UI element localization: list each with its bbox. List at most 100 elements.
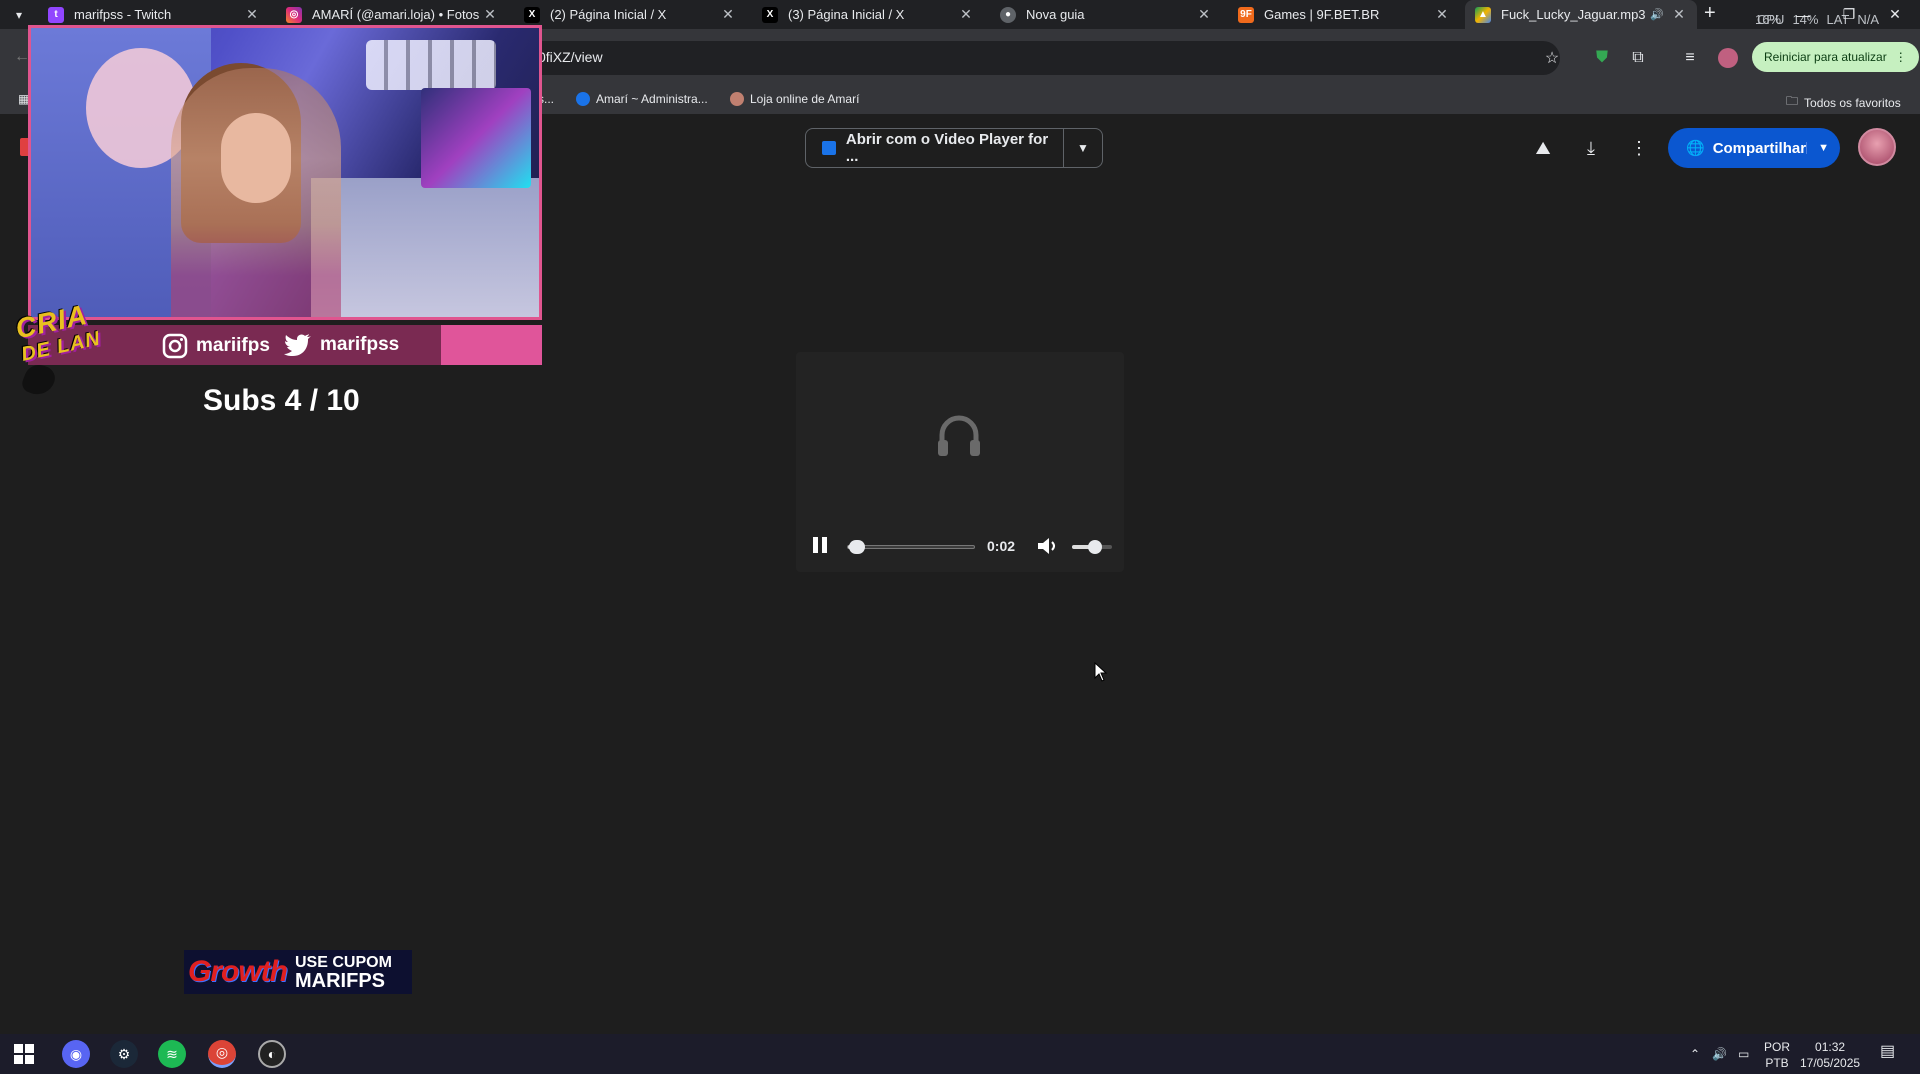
close-icon[interactable]: ✕ (244, 6, 260, 23)
bookmark-item-store[interactable]: Loja online de Amarí (730, 92, 859, 106)
drive-icon: ▲ (1475, 6, 1491, 23)
twitter-bird-icon (284, 334, 311, 356)
extensions-icon[interactable]: ⧉ (1624, 44, 1652, 72)
seek-handle[interactable] (849, 540, 865, 554)
all-bookmarks-folder[interactable]: 🗀 Todos os favoritos (1786, 92, 1901, 113)
spotify-icon[interactable]: ≋ (158, 1040, 186, 1068)
share-label: Compartilhar (1712, 139, 1807, 157)
address-bar[interactable] (500, 41, 1560, 75)
tab-search-dropdown[interactable]: ▾ (8, 4, 30, 26)
subs-goal: Subs 4 / 10 (203, 384, 360, 417)
close-icon[interactable]: ✕ (482, 6, 498, 23)
download-icon[interactable]: ⤓ (1577, 134, 1605, 162)
close-window-button[interactable]: ✕ (1872, 0, 1918, 29)
cam-pc (421, 88, 531, 188)
clock-time: 01:32 (1815, 1040, 1846, 1054)
cam-hex-lights (366, 40, 496, 90)
volume-handle[interactable] (1088, 540, 1102, 554)
close-icon[interactable]: ✕ (1434, 6, 1450, 23)
maximize-button[interactable]: ❐ (1826, 0, 1872, 29)
steam-icon[interactable]: ⚙ (110, 1040, 138, 1068)
twitch-icon: t (48, 6, 64, 23)
tab-title: (3) Página Inicial / X (788, 7, 905, 22)
close-icon[interactable]: ✕ (1671, 6, 1687, 23)
coupon-line-2: MARIFPS (295, 970, 385, 992)
bookmark-label: Loja online de Amarí (750, 92, 860, 106)
minimize-button[interactable]: — (1780, 0, 1826, 29)
pause-button[interactable] (813, 537, 827, 553)
profile-avatar[interactable] (1714, 44, 1742, 72)
add-to-drive-icon[interactable]: ⛰ (1529, 134, 1557, 162)
close-icon[interactable]: ✕ (720, 6, 736, 23)
bookmark-star-icon[interactable]: ☆ (1538, 44, 1566, 72)
clock[interactable]: 01:32 17/05/2025 (1800, 1039, 1860, 1071)
volume-icon[interactable] (1037, 537, 1059, 555)
lang-line-1: POR (1764, 1040, 1791, 1054)
account-avatar[interactable] (1858, 128, 1896, 166)
store-icon (730, 92, 744, 106)
audio-playing-icon[interactable]: 🔊 (1649, 8, 1665, 21)
instagram-handle-text: mariifps (196, 335, 270, 356)
open-with-label: Abrir com o Video Player for ... (845, 131, 1049, 165)
coupon-text: USE CUPOM MARIFPS (295, 954, 392, 992)
tab-title: Games | 9F.BET.BR (1264, 7, 1380, 22)
media-control-icon[interactable]: ≡ (1676, 44, 1704, 72)
audio-player (796, 352, 1124, 572)
lang-line-2: PTB (1765, 1056, 1789, 1070)
share-button[interactable]: 🌐 Compartilhar ▼ (1668, 128, 1840, 168)
more-vert-icon: ⋮ (1894, 50, 1907, 64)
tab-title: Nova guia (1026, 7, 1085, 22)
cam-face (221, 113, 291, 203)
tab-x-3[interactable]: X (3) Página Inicial / X ✕ (752, 0, 984, 29)
clock-date: 17/05/2025 (1800, 1056, 1861, 1070)
url-text: 0fiXZ/view (538, 49, 603, 65)
open-with-button[interactable]: Abrir com o Video Player for ... ▼ (805, 128, 1103, 168)
close-icon[interactable]: ✕ (958, 6, 974, 23)
restart-to-update-button[interactable]: Reiniciar para atualizar ⋮ (1752, 42, 1919, 72)
notifications-icon[interactable]: ▤ (1880, 1044, 1895, 1060)
update-label: Reiniciar para atualizar (1764, 50, 1887, 64)
discord-icon[interactable]: ◉ (62, 1040, 90, 1068)
tab-drive[interactable]: ▲ Fuck_Lucky_Jaguar.mp3 - G 🔊 ✕ (1465, 0, 1697, 29)
social-bar-accent (441, 325, 542, 365)
admin-icon (576, 92, 590, 106)
open-with-main[interactable]: Abrir com o Video Player for ... (806, 129, 1064, 167)
seek-bar[interactable] (847, 545, 975, 549)
new-tab-button[interactable]: + (1704, 2, 1716, 25)
tab-title: Fuck_Lucky_Jaguar.mp3 - G (1501, 7, 1649, 22)
mouse-cursor-icon (1094, 662, 1108, 682)
all-bookmarks-label: Todos os favoritos (1804, 95, 1901, 110)
folder-icon: 🗀 (1786, 94, 1799, 108)
input-language[interactable]: POR PTB (1764, 1039, 1790, 1071)
instagram-icon: ◎ (286, 6, 302, 23)
twitter-handle-text: marifpss (320, 334, 400, 355)
x-icon: X (762, 6, 778, 23)
chrome-icon: ● (1000, 6, 1016, 23)
tab-title: AMARÍ (@amari.loja) • Fotos e (312, 7, 482, 22)
webcam-overlay (28, 25, 542, 320)
instagram-handle: mariifps (162, 333, 270, 359)
share-dropdown-icon[interactable]: ▼ (1806, 142, 1840, 154)
growth-sponsor-banner: Growth USE CUPOM MARIFPS (184, 950, 412, 994)
twitter-handle: marifpss (284, 333, 399, 357)
windows-start-icon[interactable] (14, 1044, 34, 1064)
share-main[interactable]: 🌐 Compartilhar (1668, 139, 1807, 158)
tab-x-2[interactable]: X (2) Página Inicial / X ✕ (514, 0, 746, 29)
open-with-dropdown-icon[interactable]: ▼ (1064, 141, 1102, 155)
tab-new[interactable]: ● Nova guia ✕ (990, 0, 1222, 29)
tray-network-icon[interactable]: ▭ (1738, 1046, 1749, 1062)
x-icon: X (524, 6, 540, 23)
more-options-icon[interactable]: ⋮ (1625, 134, 1653, 162)
tab-title: marifpss - Twitch (74, 7, 172, 22)
bookmark-item-admin[interactable]: Amarí ~ Administra... (576, 92, 708, 106)
obs-icon[interactable]: ◐ (258, 1040, 286, 1068)
tray-chevron-icon[interactable]: ⌃ (1690, 1046, 1700, 1062)
tab-9fbet[interactable]: 9F Games | 9F.BET.BR ✕ (1228, 0, 1460, 29)
chrome-taskbar-icon[interactable]: ◎ (208, 1040, 236, 1068)
tray-speaker-icon[interactable]: 🔊 (1712, 1046, 1727, 1062)
playback-time: 0:02 (987, 538, 1016, 554)
9f-icon: 9F (1238, 6, 1254, 23)
shield-extension-icon[interactable]: ⛊ (1588, 44, 1616, 72)
close-icon[interactable]: ✕ (1196, 6, 1212, 23)
bookmark-label: Amarí ~ Administra... (596, 92, 708, 106)
